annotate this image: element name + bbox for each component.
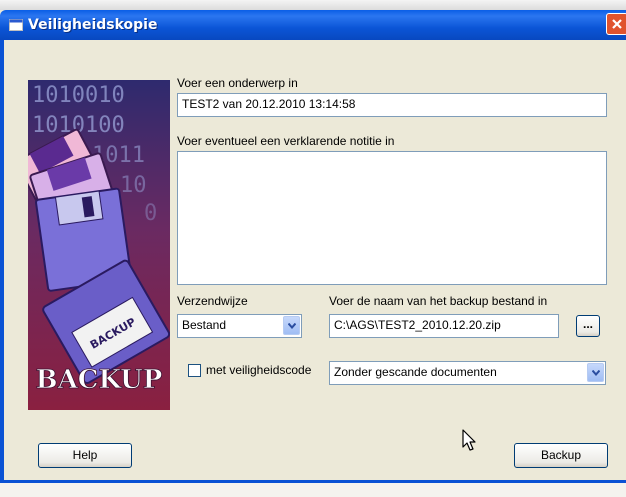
security-checkbox-label[interactable]: met veiligheidscode <box>206 363 311 377</box>
scan-option-dropdown-button[interactable] <box>587 363 604 382</box>
help-button-label: Help <box>72 448 98 462</box>
method-dropdown-button[interactable] <box>283 316 300 335</box>
method-value: Bestand <box>182 318 227 332</box>
binary-row-5: 0 <box>144 201 157 226</box>
bottom-strip <box>0 480 626 497</box>
backup-illustration: 1010010 1010100 1011 10 0 BACKUP BACKUP <box>28 80 170 410</box>
close-icon <box>612 19 622 29</box>
title-bar[interactable]: Veiligheidskopie <box>0 10 626 40</box>
note-textarea[interactable] <box>177 151 607 285</box>
method-label: Verzendwijze <box>177 294 248 308</box>
browse-button-label: ... <box>582 317 593 331</box>
help-button[interactable]: Help <box>38 443 132 468</box>
scan-option-value: Zonder gescande documenten <box>334 365 497 379</box>
scan-option-select[interactable]: Zonder gescande documenten <box>329 361 606 385</box>
close-button[interactable] <box>606 13 626 35</box>
filename-input[interactable]: C:\AGS\TEST2_2010.12.20.zip <box>329 314 559 338</box>
banner-text: BACKUP <box>36 365 163 395</box>
window-title: Veiligheidskopie <box>28 17 158 33</box>
window-icon <box>9 19 23 31</box>
top-strip <box>0 0 626 10</box>
binary-row-4: 10 <box>120 173 147 198</box>
backup-button[interactable]: Backup <box>514 443 608 468</box>
mouse-pointer-icon <box>462 429 476 451</box>
backup-artwork: 1010010 1010100 1011 10 0 BACKUP BACKUP <box>28 80 170 410</box>
filename-label: Voer de naam van het backup bestand in <box>329 294 548 308</box>
method-select[interactable]: Bestand <box>177 314 302 338</box>
chevron-down-icon <box>288 323 296 329</box>
chevron-down-icon <box>592 370 600 376</box>
subject-label: Voer een onderwerp in <box>177 76 298 90</box>
security-checkbox[interactable] <box>188 364 201 377</box>
browse-button[interactable]: ... <box>576 315 600 337</box>
subject-input[interactable]: TEST2 van 20.12.2010 13:14:58 <box>177 93 607 117</box>
binary-row-1: 1010010 <box>32 83 125 108</box>
note-label: Voer eventueel een verklarende notitie i… <box>177 134 395 148</box>
backup-button-label: Backup <box>540 448 582 462</box>
